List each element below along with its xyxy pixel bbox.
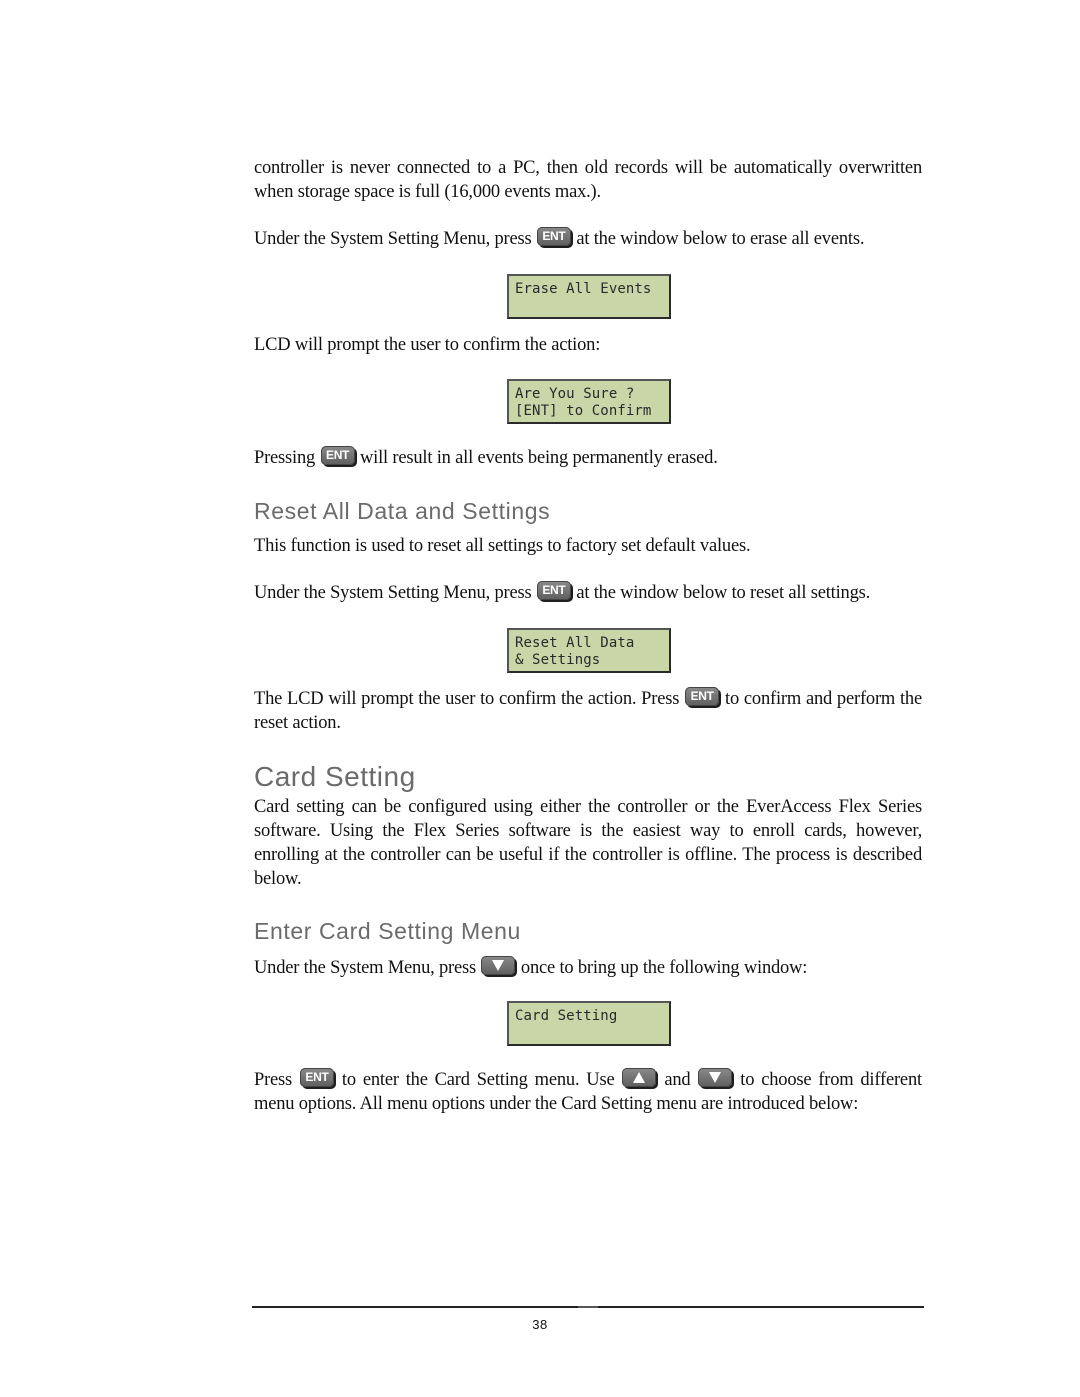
paragraph-erase-result: Pressing ENT will result in all events b… bbox=[254, 446, 922, 470]
paragraph-confirm-prompt: LCD will prompt the user to confirm the … bbox=[254, 335, 601, 355]
ent-key-label: ENT bbox=[542, 583, 566, 597]
paragraph-card-menu-navigation: Press ENT to enter the Card Setting menu… bbox=[254, 1068, 922, 1116]
ent-key-label: ENT bbox=[325, 448, 350, 462]
down-arrow-key-icon bbox=[481, 956, 516, 975]
paragraph-erase-instruction: Under the System Setting Menu, press ENT… bbox=[254, 227, 922, 251]
paragraph-system-menu-down: Under the System Menu, press once to bri… bbox=[254, 956, 922, 980]
paragraph-reset-instruction: Under the System Setting Menu, press ENT… bbox=[254, 581, 922, 605]
paragraph-card-setting-description: Card setting can be configured using eit… bbox=[254, 797, 922, 889]
ent-key-icon: ENT bbox=[299, 1068, 334, 1087]
lcd-line-1: Erase All Events bbox=[515, 281, 652, 297]
text: at the window below to reset all setting… bbox=[576, 583, 871, 603]
text: Under the System Setting Menu, press bbox=[254, 583, 532, 603]
heading-enter-card-setting-menu: Enter Card Setting Menu bbox=[254, 918, 521, 944]
lcd-line-1: Are You Sure ? bbox=[515, 386, 635, 402]
ent-key-icon: ENT bbox=[320, 446, 355, 465]
ent-key-label: ENT bbox=[305, 1070, 329, 1084]
lcd-line-2: [ENT] to Confirm bbox=[515, 403, 652, 419]
page-number: 38 bbox=[532, 1317, 548, 1332]
lcd-card-setting: Card Setting bbox=[507, 1001, 671, 1046]
text: Pressing bbox=[254, 448, 316, 468]
heading-reset-all-data: Reset All Data and Settings bbox=[254, 498, 551, 524]
paragraph-reset-description: This function is used to reset all setti… bbox=[254, 536, 751, 556]
text: to enter the Card Setting menu. Use bbox=[341, 1070, 615, 1090]
footer-divider bbox=[252, 1306, 924, 1308]
up-arrow-key-icon bbox=[622, 1068, 657, 1087]
page-content: controller is never connected to a PC, t… bbox=[254, 156, 922, 1116]
ent-key-icon: ENT bbox=[685, 687, 720, 706]
text: Under the System Menu, press bbox=[254, 958, 477, 978]
text: and bbox=[664, 1070, 691, 1090]
ent-key-icon: ENT bbox=[536, 227, 571, 246]
lcd-erase-all-events: Erase All Events bbox=[507, 274, 671, 319]
ent-key-icon: ENT bbox=[536, 581, 571, 600]
lcd-line-1: Reset All Data bbox=[515, 635, 635, 651]
lcd-reset-all-data: Reset All Data & Settings bbox=[507, 628, 671, 673]
lcd-are-you-sure: Are You Sure ? [ENT] to Confirm bbox=[507, 379, 671, 424]
lcd-line-1: Card Setting bbox=[515, 1008, 618, 1024]
paragraph-storage-overwrite: controller is never connected to a PC, t… bbox=[254, 158, 922, 202]
paragraph-reset-confirm: The LCD will prompt the user to confirm … bbox=[254, 687, 922, 735]
text: once to bring up the following window: bbox=[520, 958, 808, 978]
text: at the window below to erase all events. bbox=[576, 229, 865, 249]
text: The LCD will prompt the user to confirm … bbox=[254, 689, 680, 709]
heading-card-setting: Card Setting bbox=[254, 761, 416, 792]
ent-key-label: ENT bbox=[542, 229, 566, 243]
text: Press bbox=[254, 1070, 293, 1090]
text: Under the System Setting Menu, press bbox=[254, 229, 532, 249]
lcd-line-2: & Settings bbox=[515, 652, 601, 668]
text: will result in all events being permanen… bbox=[359, 448, 718, 468]
down-arrow-key-icon bbox=[698, 1068, 733, 1087]
ent-key-label: ENT bbox=[690, 689, 714, 703]
